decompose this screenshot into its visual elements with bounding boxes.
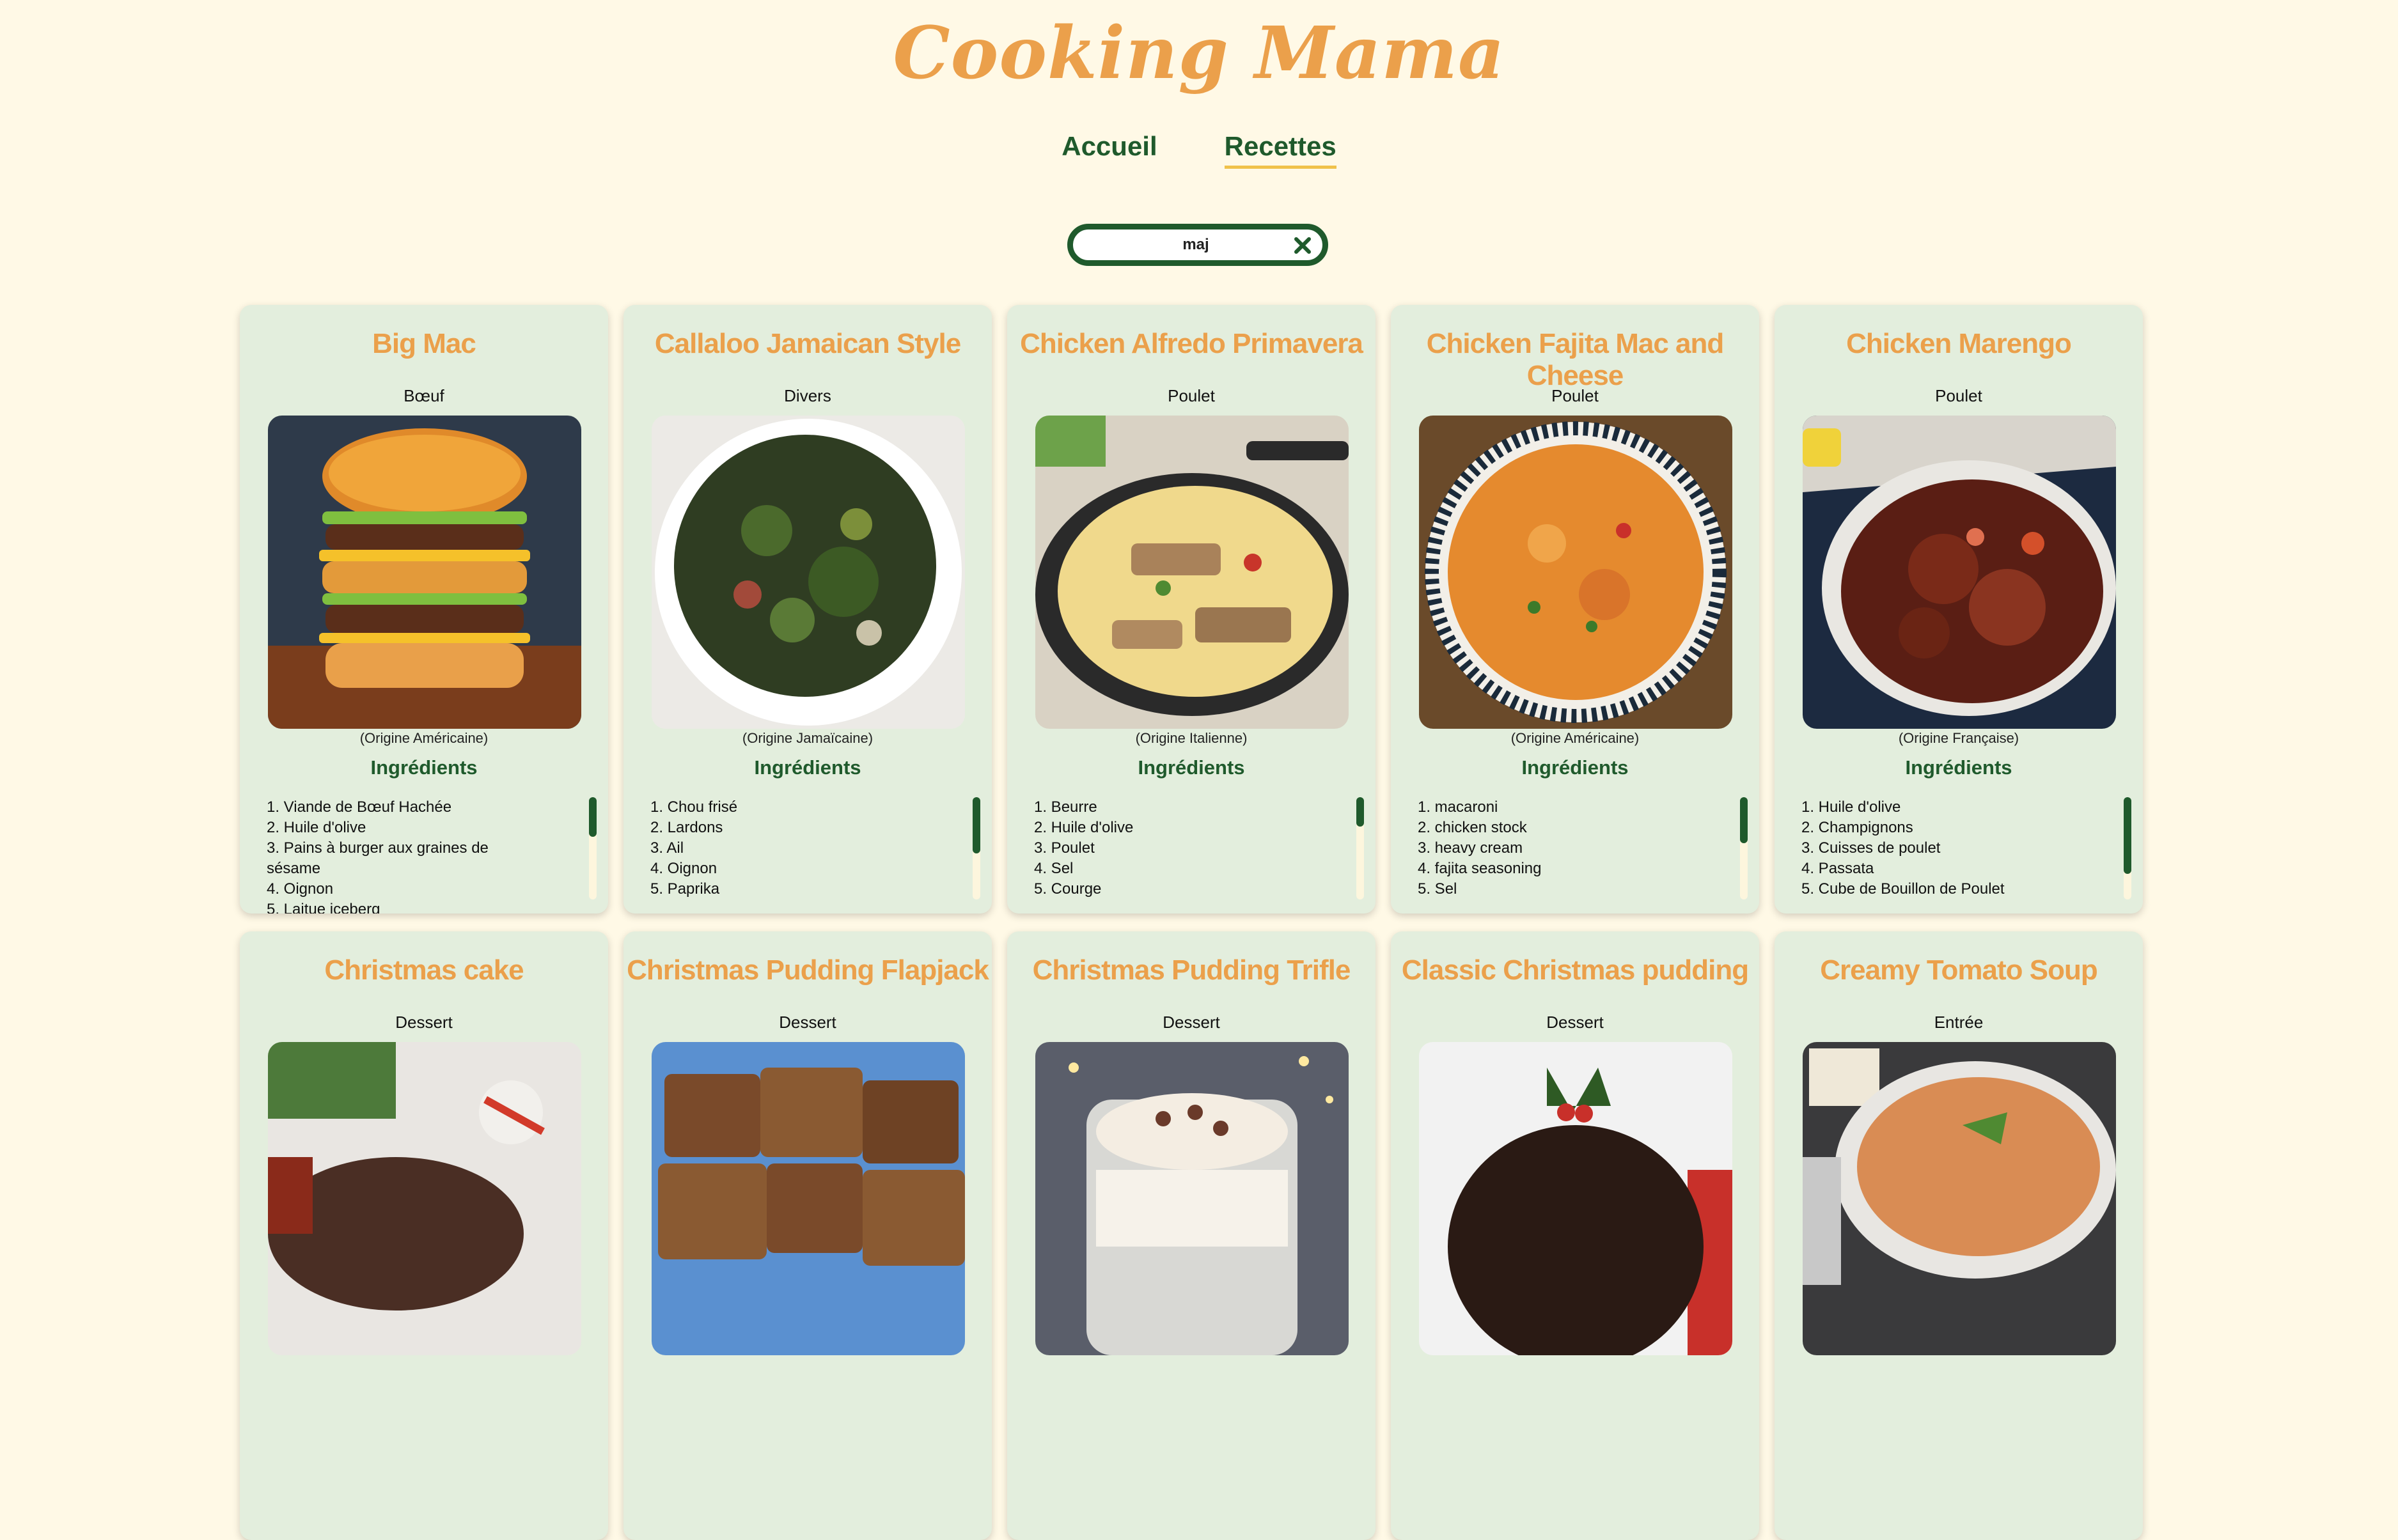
- ingredients-list: 1. macaroni 2. chicken stock 3. heavy cr…: [1418, 797, 1693, 899]
- recipe-category: Bœuf: [404, 386, 444, 405]
- ingredients-scrollbar[interactable]: [1356, 797, 1364, 899]
- recipe-title[interactable]: Christmas Pudding Flapjack: [623, 954, 992, 986]
- recipe-image-christmas-trifle[interactable]: [1035, 1042, 1349, 1355]
- recipe-origin: (Origine Américaine): [1510, 730, 1640, 746]
- ingredients-list: 1. Chou frisé 2. Lardons 3. Ail 4. Oigno…: [650, 797, 925, 899]
- recipe-image-chicken-marengo[interactable]: [1803, 416, 2116, 729]
- recipe-image-christmas-flapjack[interactable]: [652, 1042, 965, 1355]
- ingredient-item: 5. Paprika: [650, 880, 720, 898]
- ingredient-item: 3. Cuisses de poulet: [1801, 839, 1941, 857]
- recipe-card[interactable]: Chicken Marengo Poulet (Origine Français…: [1775, 305, 2143, 914]
- ingredients-list: 1. Huile d'olive 2. Champignons 3. Cuiss…: [1801, 797, 2076, 899]
- recipe-title[interactable]: Big Mac: [240, 328, 608, 360]
- recipe-category: Poulet: [1168, 386, 1215, 405]
- ingredient-item: 2. Champignons: [1801, 819, 1913, 836]
- recipe-card[interactable]: Classic Christmas pudding Dessert: [1391, 931, 1759, 1540]
- recipe-card[interactable]: Chicken Alfredo Primavera Poulet (Origin…: [1007, 305, 1375, 914]
- ingredients-heading: Ingrédients: [1905, 756, 2012, 779]
- nav-link-home[interactable]: Accueil: [1062, 131, 1157, 169]
- ingredient-item: 5. Sel: [1418, 880, 1457, 898]
- main-nav: Accueil Recettes: [0, 131, 2398, 169]
- recipe-card[interactable]: Christmas Pudding Flapjack Dessert: [623, 931, 992, 1540]
- recipe-category: Dessert: [395, 1013, 453, 1032]
- ingredient-item: 2. Huile d'olive: [1034, 819, 1134, 836]
- recipe-card[interactable]: Christmas Pudding Trifle Dessert: [1007, 931, 1375, 1540]
- recipe-category: Dessert: [1546, 1013, 1604, 1032]
- recipe-origin: (Origine Italienne): [1135, 730, 1248, 746]
- recipe-category: Poulet: [1935, 386, 1982, 405]
- ingredients-list: 1. Beurre 2. Huile d'olive 3. Poulet 4. …: [1034, 797, 1309, 899]
- ingredient-item: 1. macaroni: [1418, 798, 1498, 816]
- ingredient-item: 3. Pains à burger aux graines de sésame: [267, 839, 489, 877]
- recipe-title[interactable]: Christmas Pudding Trifle: [1007, 954, 1375, 986]
- recipe-origin: (Origine Française): [1898, 730, 2019, 746]
- ingredients-heading: Ingrédients: [1521, 756, 1629, 779]
- recipe-category: Divers: [784, 386, 831, 405]
- site-logo[interactable]: Cooking Mama: [0, 12, 2398, 95]
- ingredient-item: 1. Beurre: [1034, 798, 1097, 816]
- ingredients-heading: Ingrédients: [1138, 756, 1245, 779]
- recipe-grid: Big Mac Bœuf (Origine Américaine) Ingréd…: [240, 305, 2158, 1540]
- scrollbar-thumb[interactable]: [1740, 797, 1748, 843]
- recipe-title[interactable]: Creamy Tomato Soup: [1775, 954, 2143, 986]
- recipe-category: Dessert: [1163, 1013, 1220, 1032]
- recipe-origin: (Origine Américaine): [359, 730, 489, 746]
- ingredient-item: 4. Oignon: [267, 880, 334, 898]
- recipe-card[interactable]: Chicken Fajita Mac and Cheese Poulet (Or…: [1391, 305, 1759, 914]
- scrollbar-thumb[interactable]: [2124, 797, 2131, 874]
- scrollbar-thumb[interactable]: [973, 797, 980, 853]
- recipe-origin: (Origine Jamaïcaine): [742, 730, 874, 746]
- search-box: [1067, 224, 1328, 266]
- recipe-image-tomato-soup[interactable]: [1803, 1042, 2116, 1355]
- ingredient-item: 3. Poulet: [1034, 839, 1095, 857]
- ingredient-item: 2. chicken stock: [1418, 819, 1527, 836]
- close-icon: [1294, 237, 1311, 254]
- nav-link-recipes[interactable]: Recettes: [1224, 131, 1336, 169]
- recipe-image-christmas-pudding[interactable]: [1419, 1042, 1732, 1355]
- ingredients-list: 1. Viande de Bœuf Hachée 2. Huile d'oliv…: [267, 797, 542, 914]
- recipe-card[interactable]: Creamy Tomato Soup Entrée: [1775, 931, 2143, 1540]
- ingredient-item: 1. Huile d'olive: [1801, 798, 1901, 816]
- ingredient-item: 1. Viande de Bœuf Hachée: [267, 798, 452, 816]
- scrollbar-thumb[interactable]: [1356, 797, 1364, 827]
- recipe-image-chicken-fajita[interactable]: [1419, 416, 1732, 729]
- recipe-category: Poulet: [1551, 386, 1599, 405]
- ingredients-scrollbar[interactable]: [2124, 797, 2131, 899]
- recipe-image-big-mac[interactable]: [268, 416, 581, 729]
- ingredient-item: 1. Chou frisé: [650, 798, 738, 816]
- ingredients-heading: Ingrédients: [370, 756, 478, 779]
- ingredients-scrollbar[interactable]: [973, 797, 980, 899]
- ingredient-item: 4. Oignon: [650, 860, 717, 877]
- ingredients-heading: Ingrédients: [754, 756, 861, 779]
- recipe-category: Dessert: [779, 1013, 836, 1032]
- scrollbar-thumb[interactable]: [589, 797, 597, 837]
- ingredient-item: 4. Sel: [1034, 860, 1074, 877]
- ingredient-item: 2. Lardons: [650, 819, 723, 836]
- ingredient-item: 3. heavy cream: [1418, 839, 1523, 857]
- clear-search-button[interactable]: [1292, 235, 1313, 256]
- recipe-image-callaloo[interactable]: [652, 416, 965, 729]
- ingredient-item: 4. Passata: [1801, 860, 1874, 877]
- ingredient-item: 4. fajita seasoning: [1418, 860, 1542, 877]
- recipe-title[interactable]: Chicken Alfredo Primavera: [1007, 328, 1375, 360]
- recipe-title[interactable]: Classic Christmas pudding: [1391, 954, 1759, 986]
- recipe-title[interactable]: Christmas cake: [240, 954, 608, 986]
- ingredient-item: 2. Huile d'olive: [267, 819, 366, 836]
- recipe-card[interactable]: Big Mac Bœuf (Origine Américaine) Ingréd…: [240, 305, 608, 914]
- recipe-card[interactable]: Callaloo Jamaican Style Divers (Origine …: [623, 305, 992, 914]
- ingredient-item: 3. Ail: [650, 839, 684, 857]
- search-input[interactable]: [1099, 235, 1293, 254]
- recipe-title[interactable]: Chicken Marengo: [1775, 328, 2143, 360]
- ingredient-item: 5. Laitue iceberg: [267, 901, 380, 914]
- recipe-category: Entrée: [1934, 1013, 1984, 1032]
- ingredient-item: 5. Cube de Bouillon de Poulet: [1801, 880, 2005, 898]
- recipe-image-christmas-cake[interactable]: [268, 1042, 581, 1355]
- recipe-image-chicken-alfredo[interactable]: [1035, 416, 1349, 729]
- recipe-title[interactable]: Chicken Fajita Mac and Cheese: [1391, 328, 1759, 392]
- ingredients-scrollbar[interactable]: [1740, 797, 1748, 899]
- ingredients-scrollbar[interactable]: [589, 797, 597, 899]
- ingredient-item: 5. Courge: [1034, 880, 1102, 898]
- recipe-title[interactable]: Callaloo Jamaican Style: [623, 328, 992, 360]
- recipe-card[interactable]: Christmas cake Dessert: [240, 931, 608, 1540]
